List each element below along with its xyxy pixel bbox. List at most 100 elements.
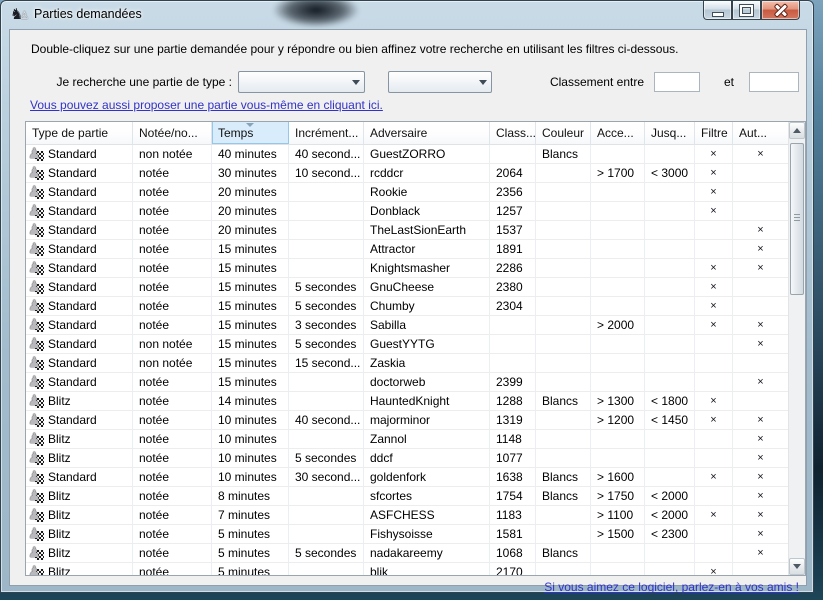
cell-temps: 30 minutes [212,164,289,182]
cell-notee: notée [133,468,212,486]
minimize-button[interactable] [703,1,732,20]
close-button[interactable] [761,1,800,20]
table-row[interactable]: ♟Standardnotée10 minutes40 second...majo… [26,411,788,430]
column-header-acceptant[interactable]: Acce... [591,122,645,144]
window-title: Parties demandées [34,1,142,28]
column-header-filtre[interactable]: Filtre [695,122,733,144]
cell-couleur [536,563,591,575]
cell-acceptant [591,354,645,372]
cell-increment: 5 secondes [289,449,364,467]
column-header-notee[interactable]: Notée/no... [133,122,212,144]
table-row[interactable]: ♟Blitznotée5 minutes5 secondesnadakareem… [26,544,788,563]
cell-filtre: × [695,202,733,220]
cell-adversaire: GuestZORRO [364,145,490,163]
table-row[interactable]: ♟Blitznotée14 minutesHauntedKnight1288Bl… [26,392,788,411]
filter-row: Je recherche une partie de type : Classe… [10,71,806,93]
scroll-up-button[interactable] [789,122,805,139]
cell-acceptant [591,297,645,315]
cell-increment: 40 second... [289,145,364,163]
table-row[interactable]: ♟Standardnotée15 minutesAttractor1891× [26,240,788,259]
share-software-link[interactable]: Si vous aimez ce logiciel, parlez-en à v… [544,580,799,594]
chess-pawn-icon: ♟ [29,337,45,352]
column-header-type[interactable]: Type de partie [26,122,133,144]
cell-type: ♟Blitz [26,506,133,524]
cell-temps: 15 minutes [212,373,289,391]
table-row[interactable]: ♟Standardnon notée40 minutes40 second...… [26,145,788,164]
rating-min-input[interactable] [654,72,700,92]
column-header-adversaire[interactable]: Adversaire [364,122,490,144]
cell-temps: 15 minutes [212,297,289,315]
cell-temps: 20 minutes [212,183,289,201]
cell-acceptant: > 1700 [591,164,645,182]
cell-filtre: × [695,259,733,277]
cell-jusqua: < 1450 [645,411,695,429]
table-row[interactable]: ♟Standardnotée20 minutesTheLastSionEarth… [26,221,788,240]
cell-type: ♟Standard [26,411,133,429]
table-row[interactable]: ♟Standardnon notée15 minutes5 secondesGu… [26,335,788,354]
cell-couleur [536,240,591,258]
cell-autres [733,297,788,315]
cell-adversaire: ddcf [364,449,490,467]
table-row[interactable]: ♟Standardnotée15 minutes5 secondesGnuChe… [26,278,788,297]
maximize-button[interactable] [732,1,761,20]
cell-adversaire: Sabilla [364,316,490,334]
table-row[interactable]: ♟Standardnotée15 minutesKnightsmasher228… [26,259,788,278]
cell-acceptant [591,202,645,220]
column-header-increment[interactable]: Incrément... [289,122,364,144]
scrollbar-thumb[interactable] [790,143,804,295]
table-row[interactable]: ♟Blitznotée7 minutesASFCHESS1183> 1100< … [26,506,788,525]
table-row[interactable]: ♟Blitznotée5 minutesblik2170× [26,563,788,575]
cell-classement: 1068 [490,544,536,562]
titlebar[interactable]: ♞♙ Parties demandées [1,1,813,29]
cell-classement: 2064 [490,164,536,182]
table-row[interactable]: ♟Standardnotée20 minutesDonblack1257× [26,202,788,221]
cell-couleur: Blancs [536,392,591,410]
table-row[interactable]: ♟Blitznotée8 minutessfcortes1754Blancs> … [26,487,788,506]
chess-pawn-icon: ♟ [29,527,45,542]
cell-filtre [695,354,733,372]
glass-reflection [273,1,359,27]
cell-jusqua [645,373,695,391]
table-row[interactable]: ♟Blitznotée10 minutesZannol1148× [26,430,788,449]
table-row[interactable]: ♟Standardnotée15 minutesdoctorweb2399× [26,373,788,392]
column-header-autres[interactable]: Aut... [733,122,788,144]
propose-game-link[interactable]: Vous pouvez aussi proposer une partie vo… [30,98,383,112]
chess-pawn-icon: ♟ [29,223,45,238]
cell-autres: × [733,259,788,277]
column-header-classement[interactable]: Class... [490,122,536,144]
games-list: Type de partieNotée/no...TempsIncrément.… [25,121,806,576]
table-row[interactable]: ♟Standardnotée10 minutes30 second...gold… [26,468,788,487]
cell-couleur [536,183,591,201]
cell-autres: × [733,335,788,353]
cell-couleur [536,202,591,220]
cell-temps: 10 minutes [212,468,289,486]
cell-autres [733,278,788,296]
chess-pawn-icon: ♟ [29,299,45,314]
cell-couleur: Blancs [536,145,591,163]
table-row[interactable]: ♟Standardnotée30 minutes10 second...rcdd… [26,164,788,183]
table-row[interactable]: ♟Blitznotée10 minutes5 secondesddcf1077× [26,449,788,468]
cell-acceptant: > 1200 [591,411,645,429]
table-row[interactable]: ♟Standardnon notée15 minutes15 second...… [26,354,788,373]
table-row[interactable]: ♟Standardnotée15 minutes3 secondesSabill… [26,316,788,335]
table-row[interactable]: ♟Standardnotée20 minutesRookie2356× [26,183,788,202]
column-header-couleur[interactable]: Couleur [536,122,591,144]
column-header-temps[interactable]: Temps [212,122,289,144]
column-header-jusqua[interactable]: Jusq... [645,122,695,144]
cell-increment [289,202,364,220]
vertical-scrollbar[interactable] [788,122,805,575]
game-type-combobox[interactable] [238,71,365,93]
cell-couleur: Blancs [536,468,591,486]
cell-autres: × [733,430,788,448]
cell-temps: 10 minutes [212,411,289,429]
scroll-down-button[interactable] [789,558,805,575]
cell-autres: × [733,449,788,467]
table-row[interactable]: ♟Blitznotée5 minutesFishysoisse1581> 150… [26,525,788,544]
cell-adversaire: Knightsmasher [364,259,490,277]
cell-type: ♟Standard [26,335,133,353]
rating-max-input[interactable] [749,72,799,92]
table-row[interactable]: ♟Standardnotée15 minutes5 secondesChumby… [26,297,788,316]
cell-notee: notée [133,563,212,575]
cell-temps: 14 minutes [212,392,289,410]
time-combobox[interactable] [388,71,492,93]
